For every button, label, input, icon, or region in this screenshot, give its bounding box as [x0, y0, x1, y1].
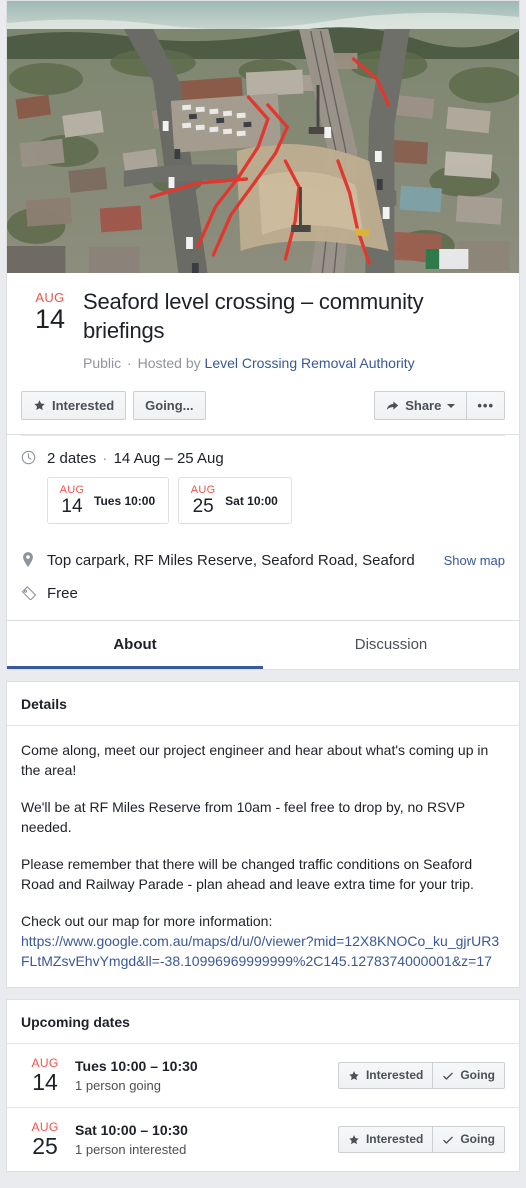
event-price-row: Free	[21, 571, 505, 620]
event-tabs: About Discussion	[6, 621, 520, 670]
star-icon	[33, 399, 46, 412]
upcoming-date-day: 25	[32, 1133, 58, 1159]
more-options-label: •••	[477, 398, 494, 413]
dates-summary: 2 dates	[47, 450, 97, 467]
aerial-photo-illustration	[7, 1, 519, 273]
date-pill-month: AUG	[59, 484, 85, 496]
star-icon	[348, 1134, 360, 1146]
upcoming-date-actions: Interested Going	[337, 1062, 505, 1089]
list-item[interactable]: AUG 14 Tues 10:00 – 10:30 1 person going…	[7, 1044, 519, 1108]
interested-button-label: Interested	[365, 1132, 424, 1146]
date-pill-list: AUG 14 Tues 10:00 AUG 25 Sat 10:00	[21, 469, 505, 538]
details-body: Come along, meet our project engineer an…	[7, 726, 519, 987]
share-button-label: Share	[405, 398, 442, 413]
details-card: Details Come along, meet our project eng…	[6, 681, 520, 988]
subtitle-separator: ·	[127, 355, 132, 371]
event-action-bar: Interested Going... Share •••	[21, 391, 505, 434]
date-pill-label: Tues 10:00	[94, 493, 156, 508]
upcoming-date-info: Tues 10:00 – 10:30 1 person going	[69, 1057, 338, 1095]
list-item[interactable]: AUG 25 Sat 10:00 – 10:30 1 person intere…	[7, 1108, 519, 1171]
date-pill[interactable]: AUG 25 Sat 10:00	[178, 477, 292, 524]
hosted-by-label: Hosted by	[137, 355, 201, 371]
date-pill[interactable]: AUG 14 Tues 10:00	[47, 477, 170, 524]
event-page: AUG 14 Seaford level crossing – communit…	[0, 0, 526, 1172]
going-button-label: Going	[460, 1132, 495, 1146]
details-paragraph: Please remember that there will be chang…	[21, 856, 474, 892]
upcoming-date-actions: Interested Going	[337, 1126, 505, 1153]
event-host-link[interactable]: Level Crossing Removal Authority	[205, 355, 415, 371]
upcoming-date-info: Sat 10:00 – 10:30 1 person interested	[69, 1121, 338, 1159]
share-button[interactable]: Share	[374, 391, 468, 420]
tab-about[interactable]: About	[7, 621, 263, 669]
interested-button-label: Interested	[365, 1068, 424, 1082]
upcoming-date-month: AUG	[31, 1120, 59, 1134]
interested-button[interactable]: Interested	[337, 1062, 434, 1089]
event-dates-text: 2 dates · 14 Aug – 25 Aug	[47, 449, 505, 469]
event-price-text: Free	[47, 585, 78, 602]
dates-range: 14 Aug – 25 Aug	[113, 450, 224, 467]
show-map-link[interactable]: Show map	[434, 551, 505, 571]
more-options-button[interactable]: •••	[467, 391, 505, 420]
upcoming-date-time: Sat 10:00 – 10:30	[75, 1121, 188, 1138]
details-heading: Details	[7, 682, 519, 726]
dates-separator: ·	[102, 450, 108, 467]
upcoming-date-time: Tues 10:00 – 10:30	[75, 1057, 198, 1074]
event-date-badge: AUG 14	[21, 287, 79, 334]
event-header: AUG 14 Seaford level crossing – communit…	[6, 273, 520, 435]
going-button[interactable]: Going	[433, 1126, 505, 1153]
upcoming-dates-heading: Upcoming dates	[7, 1000, 519, 1044]
interested-button[interactable]: Interested	[21, 391, 127, 420]
event-date-day: 14	[34, 304, 66, 334]
date-pill-date: AUG 14	[59, 484, 85, 517]
event-subtitle: Public · Hosted by Level Crossing Remova…	[83, 353, 505, 373]
details-paragraph: Come along, meet our project engineer an…	[21, 742, 489, 778]
event-privacy: Public	[83, 355, 122, 371]
event-cover-photo[interactable]	[6, 0, 520, 273]
date-pill-day: 25	[192, 496, 214, 517]
upcoming-date-month: AUG	[31, 1056, 59, 1070]
going-button[interactable]: Going...	[133, 391, 206, 420]
event-info-section: 2 dates · 14 Aug – 25 Aug AUG 14 Tues 10…	[6, 435, 520, 621]
event-dates-row: 2 dates · 14 Aug – 25 Aug	[21, 436, 505, 469]
upcoming-date-attendance: 1 person going	[75, 1077, 162, 1093]
star-icon	[348, 1070, 360, 1082]
interested-button-label: Interested	[52, 398, 115, 413]
upcoming-date-badge: AUG 14	[21, 1056, 69, 1095]
aerial-construction-photo	[7, 1, 519, 273]
upcoming-date-day: 14	[32, 1069, 58, 1095]
share-arrow-icon	[386, 399, 399, 412]
section-gutter	[0, 988, 526, 999]
details-paragraph: We'll be at RF Miles Reserve from 10am -…	[21, 799, 465, 835]
tab-discussion[interactable]: Discussion	[263, 621, 519, 669]
check-icon	[442, 1070, 454, 1082]
date-pill-label: Sat 10:00	[225, 493, 278, 508]
ticket-icon	[21, 584, 47, 600]
going-button-label: Going	[460, 1068, 495, 1082]
map-url-link[interactable]: https://www.google.com.au/maps/d/u/0/vie…	[21, 933, 499, 969]
event-title-block: Seaford level crossing – community brief…	[79, 287, 505, 373]
event-date-month: AUG	[35, 290, 65, 305]
upcoming-date-attendance: 1 person interested	[75, 1141, 187, 1157]
check-icon	[442, 1134, 454, 1146]
interested-button[interactable]: Interested	[337, 1126, 434, 1153]
event-title-row: AUG 14 Seaford level crossing – communit…	[21, 287, 505, 373]
clock-icon	[21, 449, 47, 465]
date-pill-month: AUG	[190, 484, 216, 496]
event-location-row: Top carpark, RF Miles Reserve, Seaford R…	[21, 538, 505, 571]
section-gutter	[0, 670, 526, 681]
page-title: Seaford level crossing – community brief…	[83, 289, 424, 343]
going-button[interactable]: Going	[433, 1062, 505, 1089]
upcoming-dates-card: Upcoming dates AUG 14 Tues 10:00 – 10:30…	[6, 999, 520, 1172]
map-intro-text: Check out our map for more information:	[21, 913, 273, 929]
share-button-group: Share •••	[374, 391, 505, 420]
event-location-text: Top carpark, RF Miles Reserve, Seaford R…	[47, 552, 415, 569]
going-button-label: Going...	[145, 398, 194, 413]
upcoming-date-badge: AUG 25	[21, 1120, 69, 1159]
location-pin-icon	[21, 551, 47, 568]
date-pill-date: AUG 25	[190, 484, 216, 517]
date-pill-day: 14	[61, 496, 83, 517]
details-map-paragraph: Check out our map for more information: …	[21, 911, 505, 971]
chevron-down-icon	[447, 403, 456, 408]
